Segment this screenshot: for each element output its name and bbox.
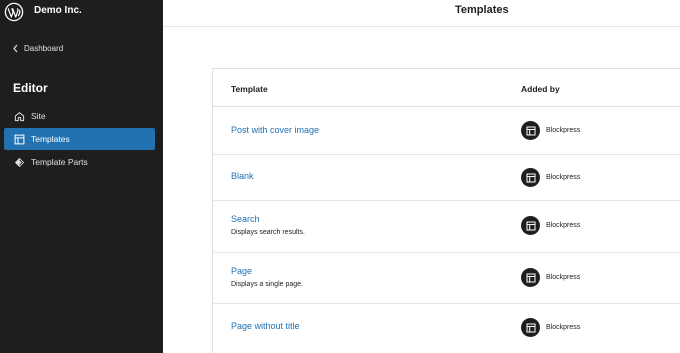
chevron-left-icon (13, 44, 18, 53)
template-description: Displays a single page. (231, 281, 303, 288)
templates-table: Template Added by Post with cover image … (212, 68, 680, 353)
author-cell: Blockpress (521, 168, 580, 187)
layout-icon (521, 318, 540, 337)
table-row: Blank Blockpress (213, 155, 680, 201)
sidebar: Demo Inc. Dashboard Editor Site Template… (0, 0, 163, 353)
table-row: Search Displays search results. Blockpre… (213, 201, 680, 253)
layout-icon (521, 268, 540, 287)
site-name: Demo Inc. (34, 5, 82, 16)
template-title-link[interactable]: Search (231, 214, 260, 224)
author-name: Blockpress (546, 127, 581, 134)
table-row: Page without title Blockpress (213, 304, 680, 353)
sidebar-item-templates[interactable]: Templates (4, 128, 155, 150)
author-cell: Blockpress (521, 318, 580, 337)
home-icon (14, 111, 25, 121)
layout-icon (521, 121, 540, 140)
template-title-link[interactable]: Post with cover image (231, 125, 319, 135)
sidebar-item-site[interactable]: Site (4, 105, 155, 127)
table-row: Post with cover image Blockpress (213, 108, 680, 155)
column-header-added-by: Added by (521, 84, 560, 94)
author-cell: Blockpress (521, 268, 580, 287)
back-to-dashboard-link[interactable]: Dashboard (12, 44, 63, 53)
sidebar-item-template-parts[interactable]: Template Parts (4, 151, 155, 173)
author-cell: Blockpress (521, 121, 580, 140)
sidebar-item-label: Template Parts (31, 157, 88, 167)
sidebar-item-label: Templates (31, 134, 70, 144)
author-name: Blockpress (546, 324, 581, 331)
template-description: Displays search results. (231, 229, 305, 236)
template-title-link[interactable]: Page without title (231, 321, 300, 331)
sidebar-item-label: Site (31, 111, 46, 121)
page-header: Templates (163, 0, 680, 27)
template-title-link[interactable]: Blank (231, 171, 254, 181)
back-link-label: Dashboard (24, 44, 64, 53)
editor-title: Editor (13, 81, 48, 95)
author-name: Blockpress (546, 222, 581, 229)
template-title-link[interactable]: Page (231, 266, 252, 276)
table-row: Page Displays a single page. Blockpress (213, 253, 680, 304)
author-name: Blockpress (546, 174, 581, 181)
page-title: Templates (455, 4, 509, 16)
wordpress-logo-icon[interactable] (4, 2, 24, 22)
column-header-template: Template (231, 84, 268, 94)
layout-icon (14, 134, 25, 144)
symbol-filled-icon (14, 157, 25, 167)
layout-icon (521, 168, 540, 187)
layout-icon (521, 216, 540, 235)
table-header: Template Added by (213, 69, 680, 107)
author-name: Blockpress (546, 274, 581, 281)
site-hub: Demo Inc. (0, 0, 163, 26)
author-cell: Blockpress (521, 216, 580, 235)
